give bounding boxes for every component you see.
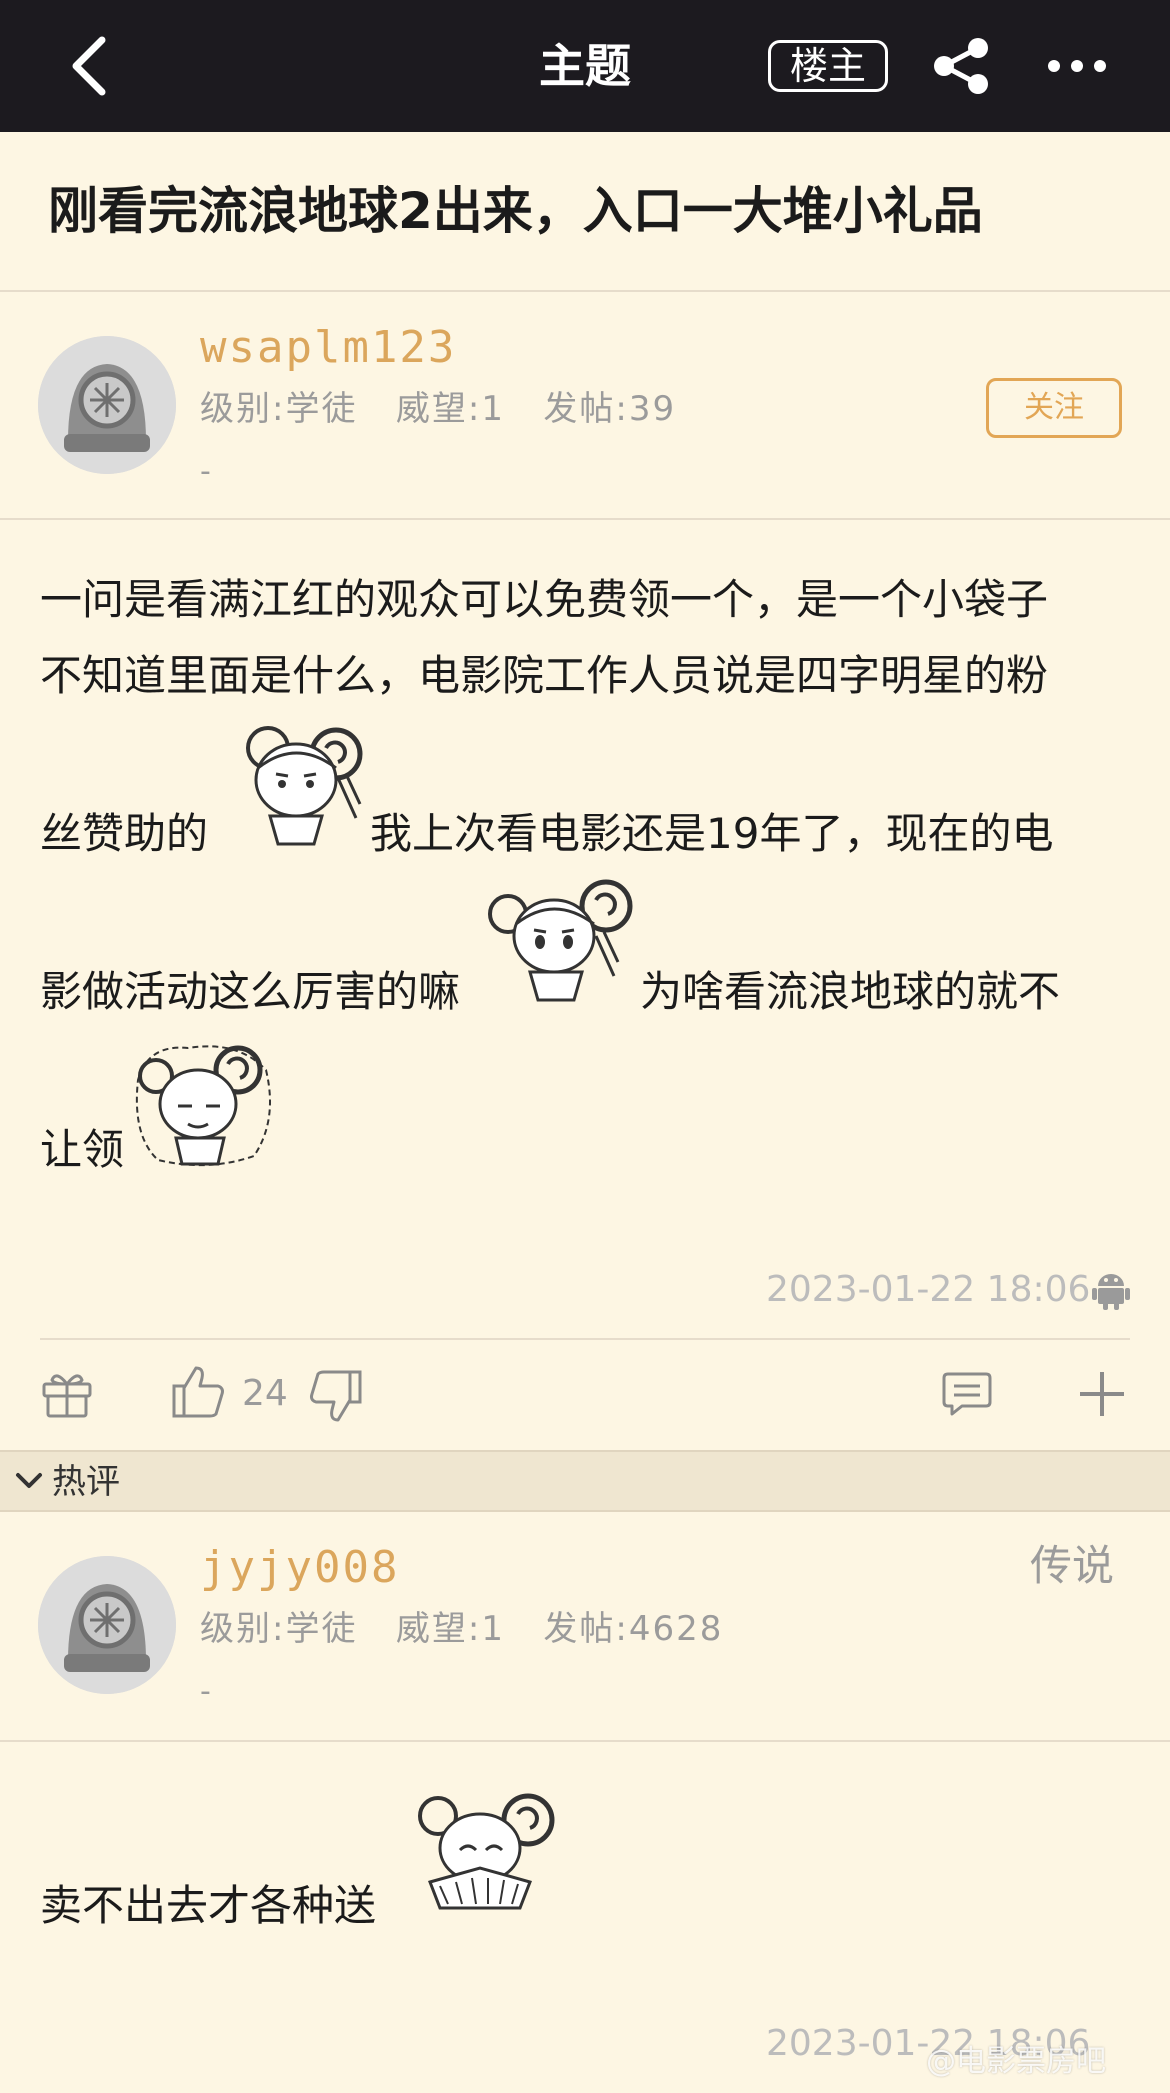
post-text-line: 让领 [40, 1125, 125, 1174]
share-icon [934, 38, 988, 94]
gift-button[interactable] [40, 1368, 94, 1420]
share-button[interactable] [930, 36, 994, 96]
user-rank-badge: 传说 [1030, 1541, 1115, 1590]
dislike-button[interactable] [308, 1368, 364, 1424]
thumbs-up-icon [172, 1366, 224, 1418]
avatar[interactable] [38, 1556, 176, 1694]
reply-text: 卖不出去才各种送 [40, 1881, 377, 1930]
sticker-emoji [218, 718, 368, 848]
divider [40, 1338, 1130, 1340]
divider [0, 290, 1170, 292]
more-button[interactable] [1046, 48, 1108, 84]
thread-title: 刚看完流浪地球2出来，入口一大堆小礼品 [48, 182, 983, 240]
follow-button[interactable]: 关注 [986, 378, 1122, 438]
op-only-button[interactable]: 楼主 [768, 40, 888, 92]
sticker-emoji [128, 1040, 278, 1170]
chevron-down-icon [16, 1473, 42, 1488]
android-icon [1092, 1274, 1130, 1310]
page-title: 主题 [539, 39, 631, 93]
post-text-line: 影做活动这么厉害的嘛 [40, 967, 461, 1016]
post-text-line: 为啥看流浪地球的就不 [640, 967, 1061, 1016]
sticker-emoji [488, 876, 638, 1006]
post-text-line: 一问是看满江红的观众可以免费领一个，是一个小袋子 [40, 575, 1049, 624]
like-button[interactable] [170, 1364, 226, 1420]
divider [0, 518, 1170, 520]
sticker-emoji [410, 1790, 560, 1920]
divider [0, 1740, 1170, 1742]
more-icon [1048, 60, 1106, 72]
watermark: @电影票房吧 [926, 2044, 1106, 2079]
top-bar: 主题 楼主 [0, 0, 1170, 132]
post-text-line: 我上次看电影还是19年了，现在的电 [370, 809, 1054, 858]
post-text-line: 不知道里面是什么，电影院工作人员说是四字明星的粉 [40, 651, 1049, 700]
diving-helmet-icon [38, 336, 176, 474]
username[interactable]: jyjy008 [200, 1540, 399, 1596]
hot-comments-label: 热评 [52, 1462, 120, 1502]
hot-comments-header[interactable]: 热评 [0, 1450, 1170, 1512]
avatar[interactable] [38, 336, 176, 474]
plus-icon [1080, 1372, 1124, 1416]
comment-icon [942, 1372, 992, 1416]
user-stats: 级别:学徒 威望:1 发帖:4628 [200, 1609, 724, 1649]
comment-button[interactable] [942, 1370, 992, 1418]
user-stats: 级别:学徒 威望:1 发帖:39 [200, 389, 677, 429]
post-text-line: 丝赞助的 [40, 809, 209, 858]
gift-icon [42, 1374, 92, 1418]
post-timestamp: 2023-01-22 18:06 [766, 1269, 1091, 1310]
thumbs-down-icon [310, 1370, 362, 1422]
add-button[interactable] [1078, 1370, 1126, 1418]
username[interactable]: wsaplm123 [200, 320, 456, 376]
user-signature: - [200, 454, 211, 489]
like-count: 24 [242, 1373, 288, 1414]
user-signature: - [200, 1674, 211, 1709]
diving-helmet-icon [38, 1556, 176, 1694]
